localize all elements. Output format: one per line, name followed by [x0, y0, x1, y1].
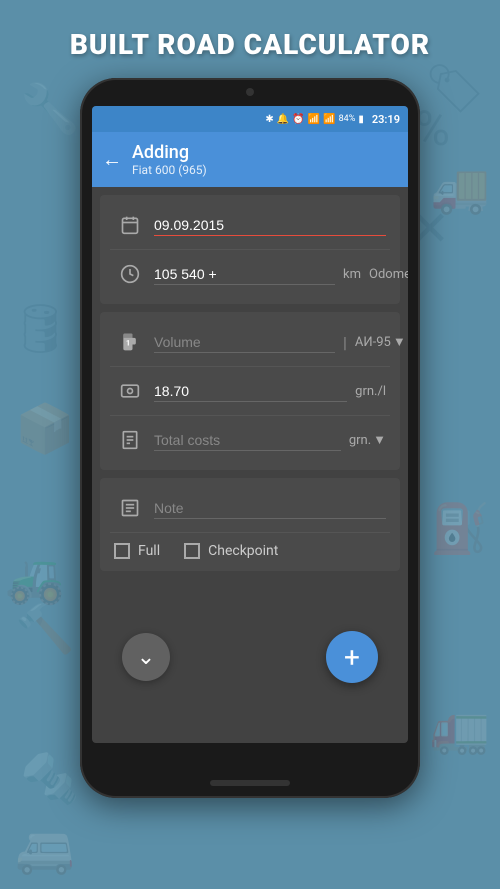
total-dropdown-arrow: ▼ [373, 432, 386, 448]
note-row [110, 484, 390, 533]
battery-icon: ▮ [358, 114, 364, 125]
volume-input[interactable] [154, 332, 335, 353]
note-input[interactable] [154, 498, 386, 519]
total-unit-label: grn. [349, 433, 371, 448]
fuel-dropdown-arrow: ▼ [393, 334, 406, 350]
volume-separator: | [343, 333, 347, 352]
price-row: grn./l [110, 367, 390, 416]
fuel-icon: 1 [114, 326, 146, 358]
bg-truck3-icon: 🚜 [5, 550, 65, 607]
checkbox-row: Full Checkpoint [110, 533, 390, 565]
page-title: BUILT ROAD CALCULATOR [0, 28, 500, 61]
price-inline-group: grn./l [154, 381, 386, 402]
mute-icon: 🔔 [277, 114, 289, 125]
note-section: Full Checkpoint [100, 478, 400, 571]
note-field-container [154, 498, 386, 519]
chevron-down-icon: ⌄ [137, 645, 155, 670]
bg-wrench-icon: 🔧 [20, 80, 80, 137]
status-time: 23:19 [372, 113, 400, 126]
full-checkbox-label: Full [138, 543, 160, 559]
bg-truck4-icon: 🚐 [15, 820, 75, 877]
odometer-row: km Odome... ▼ [110, 250, 390, 298]
price-input[interactable] [154, 381, 347, 402]
phone-frame: ✱ 🔔 ⏰ 📶 📶 84% ▮ 23:19 ← Adding Fiat 600 … [80, 78, 420, 798]
wifi-icon: 📶 [308, 114, 320, 125]
checkpoint-checkbox-box[interactable] [184, 543, 200, 559]
date-field-container [154, 215, 386, 236]
checkpoint-checkbox[interactable]: Checkpoint [184, 543, 278, 559]
odometer-type-dropdown[interactable]: Odome... ▼ [369, 266, 408, 282]
phone-camera [246, 88, 254, 96]
volume-field-container: | АИ-95 ▼ [154, 332, 406, 353]
total-inline-group: grn. ▼ [154, 430, 386, 451]
volume-inline-group: | АИ-95 ▼ [154, 332, 406, 353]
header-text: Adding Fiat 600 (965) [132, 142, 207, 177]
bottom-area: ⌄ + [92, 631, 408, 683]
plus-icon: + [344, 641, 360, 674]
odometer-type-label: Odome... [369, 267, 408, 282]
fuel-type-dropdown[interactable]: АИ-95 ▼ [355, 334, 406, 350]
alarm-icon: ⏰ [292, 114, 304, 125]
price-field-container: grn./l [154, 381, 386, 402]
total-unit-dropdown[interactable]: grn. ▼ [349, 432, 386, 448]
total-field-container: grn. ▼ [154, 430, 386, 451]
odometer-icon [114, 258, 146, 290]
app-header: ← Adding Fiat 600 (965) [92, 132, 408, 187]
battery-text: 84% [339, 114, 356, 124]
status-icons: ✱ 🔔 ⏰ 📶 📶 84% ▮ [265, 114, 363, 125]
volume-row: 1 | АИ-95 ▼ [110, 318, 390, 367]
checkpoint-checkbox-label: Checkpoint [208, 543, 278, 559]
signal-icon: 📶 [323, 114, 335, 125]
price-icon [114, 375, 146, 407]
calendar-icon [114, 209, 146, 241]
bg-tools-icon: 🔩 [20, 750, 80, 807]
bg-paint-icon: 🔨 [15, 600, 75, 657]
status-bar: ✱ 🔔 ⏰ 📶 📶 84% ▮ 23:19 [92, 106, 408, 132]
phone-home-button [210, 780, 290, 786]
bg-percent-icon: % [415, 100, 450, 157]
note-icon [114, 492, 146, 524]
full-checkbox-box[interactable] [114, 543, 130, 559]
total-row: grn. ▼ [110, 416, 390, 464]
odometer-field-container: km Odome... ▼ [154, 264, 408, 285]
section-fuel: 1 | АИ-95 ▼ [100, 312, 400, 470]
phone-screen: ✱ 🔔 ⏰ 📶 📶 84% ▮ 23:19 ← Adding Fiat 600 … [92, 106, 408, 743]
price-unit: grn./l [355, 384, 386, 399]
add-button[interactable]: + [326, 631, 378, 683]
scroll-down-button[interactable]: ⌄ [122, 633, 170, 681]
fuel-type-label: АИ-95 [355, 335, 391, 350]
back-button[interactable]: ← [102, 147, 122, 172]
header-title: Adding [132, 142, 207, 163]
bg-truck2-icon: 🚛 [430, 700, 490, 757]
bg-barrel-icon: 🛢 [10, 300, 71, 357]
header-subtitle: Fiat 600 (965) [132, 163, 207, 177]
total-input[interactable] [154, 430, 341, 451]
bluetooth-icon: ✱ [265, 114, 273, 125]
svg-text:1: 1 [126, 338, 130, 347]
date-row [110, 201, 390, 250]
full-checkbox[interactable]: Full [114, 543, 160, 559]
bg-fuel-icon: ⛽ [430, 500, 490, 557]
receipt-icon [114, 424, 146, 456]
form-body: km Odome... ▼ [92, 195, 408, 571]
odometer-unit: km [343, 267, 361, 282]
bg-box-icon: 📦 [15, 400, 75, 457]
bg-tag-icon: 🏷 [424, 60, 485, 117]
odometer-input[interactable] [154, 264, 335, 285]
bg-truck1-icon: 🚚 [430, 160, 490, 217]
section-date-odometer: km Odome... ▼ [100, 195, 400, 304]
odometer-inline-group: km Odome... ▼ [154, 264, 408, 285]
date-input[interactable] [154, 215, 386, 236]
